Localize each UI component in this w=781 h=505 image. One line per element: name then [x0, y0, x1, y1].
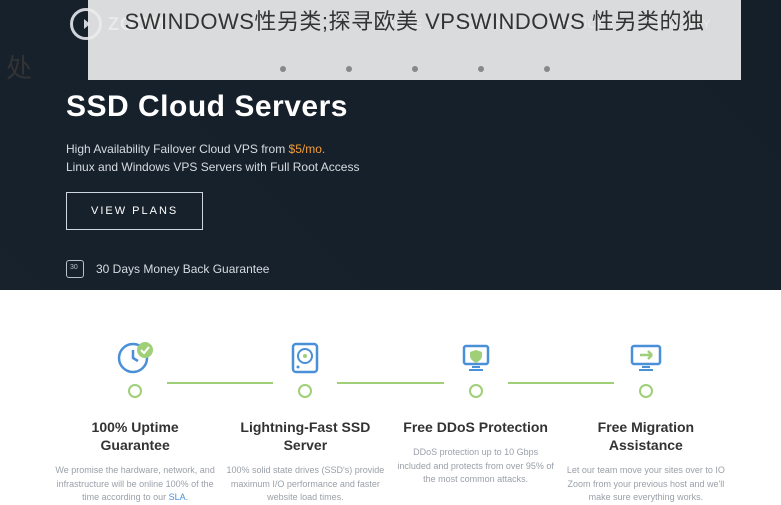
- sub1-price: $5/mo.: [289, 142, 326, 156]
- overlay-banner: SWINDOWS性另类;探寻欧美 VPSWINDOWS 性另类的独: [88, 0, 741, 80]
- sla-link[interactable]: SLA.: [169, 492, 189, 502]
- feature-uptime: 100% Uptime Guarantee We promise the har…: [55, 326, 215, 505]
- dot[interactable]: [280, 66, 286, 72]
- dot[interactable]: [544, 66, 550, 72]
- monitor-arrow-icon: [614, 326, 678, 390]
- feature-desc: DDoS protection up to 10 Gbps included a…: [396, 446, 556, 487]
- shield-icon: [444, 326, 508, 390]
- feature-desc: 100% solid state drives (SSD's) provide …: [225, 464, 385, 505]
- features-row: 100% Uptime Guarantee We promise the har…: [0, 290, 781, 505]
- hero-content: SSD Cloud Servers High Availability Fail…: [66, 90, 359, 278]
- sub1-pre: High Availability Failover Cloud VPS fro…: [66, 142, 289, 156]
- dot[interactable]: [412, 66, 418, 72]
- feature-ddos: Free DDoS Protection DDoS protection up …: [396, 326, 556, 505]
- overflow-char: 处: [6, 48, 32, 85]
- hero-title: SSD Cloud Servers: [66, 90, 359, 124]
- feature-migration: Free Migration Assistance Let our team m…: [566, 326, 726, 505]
- feature-title: Free DDoS Protection: [396, 418, 556, 436]
- banner-dots: [280, 66, 550, 72]
- calendar-icon: [66, 260, 84, 278]
- hero-subtitle-1: High Availability Failover Cloud VPS fro…: [66, 142, 359, 156]
- banner-text: SWINDOWS性另类;探寻欧美 VPSWINDOWS 性另类的独: [125, 4, 705, 36]
- guarantee-text: 30 Days Money Back Guarantee: [96, 262, 269, 276]
- dot[interactable]: [346, 66, 352, 72]
- feature-desc: We promise the hardware, network, and in…: [55, 464, 215, 505]
- feature-desc: Let our team move your sites over to IO …: [566, 464, 726, 505]
- feature-ssd: Lightning-Fast SSD Server 100% solid sta…: [225, 326, 385, 505]
- hero-subtitle-2: Linux and Windows VPS Servers with Full …: [66, 160, 359, 174]
- disk-icon: [273, 326, 337, 390]
- feature-title: Free Migration Assistance: [566, 418, 726, 454]
- clock-check-icon: [103, 326, 167, 390]
- feature-title: 100% Uptime Guarantee: [55, 418, 215, 454]
- feature-title: Lightning-Fast SSD Server: [225, 418, 385, 454]
- dot[interactable]: [478, 66, 484, 72]
- guarantee-row: 30 Days Money Back Guarantee: [66, 260, 359, 278]
- hero-section: SWINDOWS性另类;探寻欧美 VPSWINDOWS 性另类的独 处 ZOOM…: [0, 0, 781, 290]
- view-plans-button[interactable]: VIEW PLANS: [66, 192, 203, 230]
